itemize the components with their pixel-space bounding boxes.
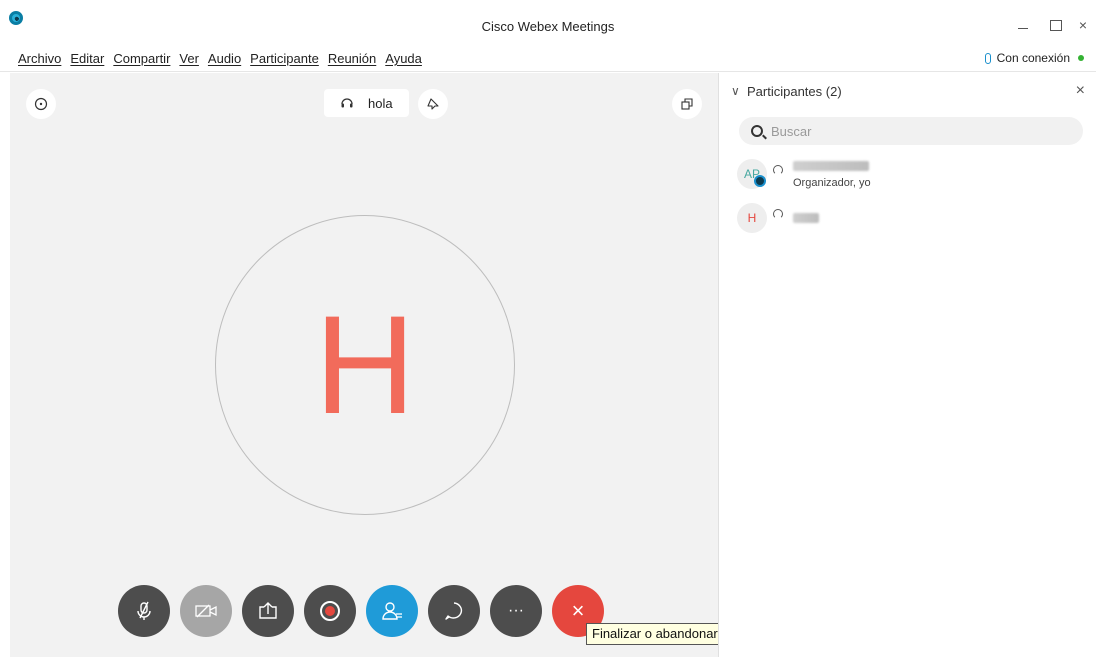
record-button[interactable] (304, 585, 356, 637)
avatar: H (737, 203, 767, 233)
collapse-chevron-icon[interactable]: ∨ (731, 84, 740, 98)
participants-button[interactable] (366, 585, 418, 637)
menu-editar[interactable]: Editar (70, 51, 104, 66)
pin-button[interactable] (418, 89, 448, 119)
record-icon (320, 601, 340, 621)
menu-compartir[interactable]: Compartir (113, 51, 170, 66)
close-panel-button[interactable]: × (1076, 82, 1085, 100)
search-icon (751, 125, 763, 137)
participants-icon (382, 602, 402, 620)
participant-row[interactable]: AP Organizador, yo (737, 159, 1077, 193)
pin-icon (427, 98, 439, 110)
title-bar: Cisco Webex Meetings × (0, 0, 1096, 44)
menu-audio[interactable]: Audio (208, 51, 241, 66)
mute-button[interactable] (118, 585, 170, 637)
more-options-button[interactable]: ··· (490, 585, 542, 637)
participant-row[interactable]: H (737, 203, 1077, 237)
share-button[interactable] (242, 585, 294, 637)
close-window-button[interactable]: × (1074, 16, 1092, 34)
info-icon (34, 97, 48, 111)
participant-video-tile[interactable]: H (215, 215, 515, 515)
participant-initial: H (314, 286, 416, 443)
window-title: Cisco Webex Meetings (481, 19, 615, 34)
maximize-button[interactable] (1046, 16, 1064, 34)
chat-icon (445, 602, 463, 620)
menu-reunion[interactable]: Reunión (328, 51, 376, 66)
menu-archivo[interactable]: Archivo (18, 51, 61, 66)
participant-role: Organizador, yo (793, 177, 871, 189)
camera-off-icon (195, 604, 217, 618)
online-dot-icon (1078, 55, 1084, 61)
headset-icon (773, 165, 783, 175)
panel-title: Participantes (2) (747, 84, 842, 99)
active-speaker-name: hola (368, 95, 393, 111)
record-dot (325, 606, 335, 616)
connection-status[interactable]: Con conexión (984, 51, 1084, 65)
meeting-info-button[interactable] (26, 89, 56, 119)
host-badge-icon (754, 175, 766, 187)
chat-button[interactable] (428, 585, 480, 637)
search-input[interactable] (771, 123, 1071, 139)
meeting-stage: hola H ··· × (10, 73, 718, 657)
layout-button[interactable] (672, 89, 702, 119)
participant-name-blurred (793, 213, 819, 223)
active-speaker-pill: hola (324, 89, 409, 117)
participant-name-blurred (793, 161, 869, 171)
menu-participante[interactable]: Participante (250, 51, 319, 66)
participant-search[interactable] (739, 117, 1083, 145)
panel-header: ∨ Participantes (2) × (719, 73, 1096, 111)
participants-panel: ∨ Participantes (2) × AP Organizador, yo… (718, 73, 1096, 657)
meeting-controls: ··· × (118, 585, 604, 637)
headset-icon (773, 209, 783, 219)
connection-icon (984, 52, 991, 64)
menu-ayuda[interactable]: Ayuda (385, 51, 422, 66)
share-icon (259, 602, 277, 619)
menu-ver[interactable]: Ver (179, 51, 199, 66)
menu-items: Archivo Editar Compartir Ver Audio Parti… (18, 51, 422, 66)
menu-bar: Archivo Editar Compartir Ver Audio Parti… (0, 44, 1096, 72)
minimize-button[interactable] (1014, 16, 1032, 34)
video-button[interactable] (180, 585, 232, 637)
headset-icon (341, 98, 353, 108)
layout-icon (681, 98, 693, 110)
microphone-muted-icon (137, 601, 151, 620)
connection-label: Con conexión (996, 51, 1070, 65)
